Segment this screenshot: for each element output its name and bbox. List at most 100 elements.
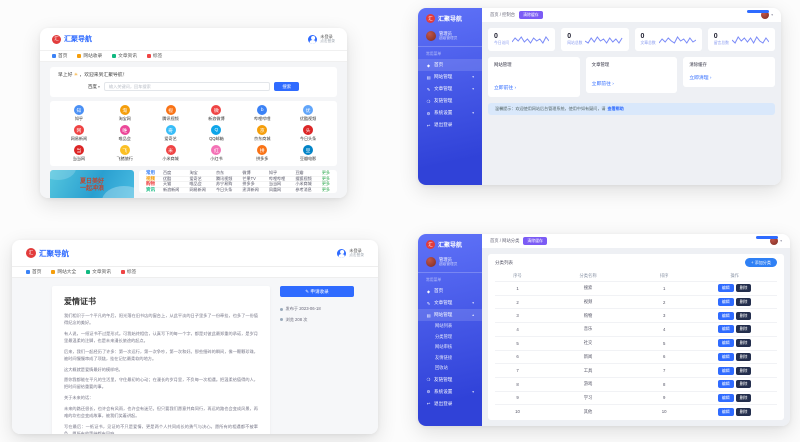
search-engine-select[interactable]: 百度 ▾ bbox=[88, 84, 100, 90]
app-shortcut[interactable]: 米 小米商城 bbox=[148, 145, 194, 162]
edit-button[interactable]: 编辑 bbox=[718, 408, 734, 416]
promo-banner[interactable]: 夏日美好 一起冲浪 bbox=[50, 170, 134, 198]
app-shortcut[interactable]: 豆 豆瓣电影 bbox=[285, 145, 331, 162]
quick-card-link[interactable]: 立即前往 › bbox=[494, 84, 574, 91]
app-shortcut[interactable]: 淘 淘宝网 bbox=[102, 105, 148, 122]
delete-button[interactable]: 删除 bbox=[736, 380, 752, 388]
chevron-icon: ▾ bbox=[472, 390, 474, 394]
site-link[interactable]: 今日头条 bbox=[216, 187, 237, 193]
submit-site-button[interactable]: ✎ 申请收录 bbox=[280, 286, 354, 297]
app-shortcut[interactable]: 飞 飞猪旅行 bbox=[102, 145, 148, 162]
nav-item[interactable]: 首页 bbox=[52, 53, 67, 59]
delete-button[interactable]: 删除 bbox=[736, 394, 752, 402]
sidebar-menu-item[interactable]: ✎ 文章管理 ▾ bbox=[418, 83, 482, 95]
nav-item[interactable]: 标签 bbox=[121, 269, 136, 275]
site-link[interactable]: 凤凰网 bbox=[269, 187, 290, 193]
quick-card-link[interactable]: 立即前往 › bbox=[592, 80, 672, 87]
app-shortcut[interactable]: 奇 爱奇艺 bbox=[148, 125, 194, 142]
site-link[interactable]: 澎湃新闻 bbox=[242, 187, 263, 193]
edit-button[interactable]: 编辑 bbox=[718, 298, 734, 306]
search-button[interactable]: 搜索 bbox=[274, 82, 299, 91]
app-shortcut[interactable]: 唯 唯品会 bbox=[102, 125, 148, 142]
sidebar-menu-item[interactable]: 网站审核 bbox=[418, 342, 482, 353]
app-label: 今日头条 bbox=[300, 136, 316, 142]
nav-item-label: 网站大全 bbox=[57, 269, 76, 275]
sidebar-menu-item[interactable]: 友情链接 bbox=[418, 353, 482, 364]
app-shortcut[interactable]: 京 京东商城 bbox=[239, 125, 285, 142]
sidebar-menu-item[interactable]: ▤ 网站管理 ▾ bbox=[418, 71, 482, 83]
edit-button[interactable]: 编辑 bbox=[718, 353, 734, 361]
sidebar-menu-item[interactable]: ⚙ 系统设置 ▾ bbox=[418, 386, 482, 398]
delete-button[interactable]: 删除 bbox=[736, 353, 752, 361]
app-shortcut[interactable]: 头 今日头条 bbox=[285, 125, 331, 142]
sidebar-menu-item[interactable]: 分类管理 bbox=[418, 332, 482, 343]
app-shortcut[interactable]: 优 优酷视频 bbox=[285, 105, 331, 122]
login-link[interactable]: 点击登录 bbox=[320, 39, 335, 43]
app-shortcut[interactable]: b 哔哩哔哩 bbox=[239, 105, 285, 122]
user-account[interactable]: 未登录 点击登录 bbox=[337, 248, 364, 257]
sidebar-menu-item[interactable]: ↩ 退出登录 bbox=[418, 119, 482, 131]
user-account[interactable]: 未登录 点击登录 bbox=[308, 34, 335, 43]
delete-button[interactable]: 删除 bbox=[736, 367, 752, 375]
login-link[interactable]: 点击登录 bbox=[349, 253, 364, 257]
app-shortcut[interactable]: 知 知乎 bbox=[56, 105, 102, 122]
delete-button[interactable]: 删除 bbox=[736, 408, 752, 416]
nav-item[interactable]: 标签 bbox=[147, 53, 162, 59]
search-input[interactable] bbox=[104, 82, 270, 91]
app-shortcut[interactable]: 微 新浪微博 bbox=[193, 105, 239, 122]
sidebar-logo[interactable]: 汇 汇聚导航 bbox=[418, 8, 482, 27]
sidebar-menu-item[interactable]: 网站列表 bbox=[418, 321, 482, 332]
sidebar-menu-item[interactable]: ▤ 网站管理 ▴ bbox=[418, 309, 482, 321]
edit-button[interactable]: 编辑 bbox=[718, 367, 734, 375]
nav-item[interactable]: 文章资讯 bbox=[86, 269, 111, 275]
clear-cache-badge[interactable]: 清除缓存 bbox=[519, 11, 543, 19]
site-link[interactable]: 新浪新闻 bbox=[163, 187, 184, 193]
scrollbar-thumb[interactable] bbox=[756, 236, 778, 239]
app-shortcut[interactable]: Q QQ邮箱 bbox=[193, 125, 239, 142]
nav-item[interactable]: 网站收录 bbox=[77, 53, 102, 59]
nav-item[interactable]: 网站大全 bbox=[51, 269, 76, 275]
brand-name: 汇聚导航 bbox=[39, 248, 69, 259]
app-icon: 淘 bbox=[120, 105, 130, 115]
app-shortcut[interactable]: 网 网易新闻 bbox=[56, 125, 102, 142]
sidebar-menu-item[interactable]: ↩ 退出登录 bbox=[418, 398, 482, 410]
sidebar-menu-item[interactable]: ⚙ 系统设置 ▾ bbox=[418, 107, 482, 119]
edit-button[interactable]: 编辑 bbox=[718, 325, 734, 333]
site-logo[interactable]: 汇 汇聚导航 bbox=[52, 34, 92, 44]
sidebar-menu-item[interactable]: ❍ 友链管理 bbox=[418, 95, 482, 107]
site-link[interactable]: 网易新闻 bbox=[189, 187, 210, 193]
delete-button[interactable]: 删除 bbox=[736, 298, 752, 306]
app-shortcut[interactable]: 当 当当网 bbox=[56, 145, 102, 162]
edit-button[interactable]: 编辑 bbox=[718, 312, 734, 320]
sidebar-menu-item[interactable]: ✎ 文章管理 ▾ bbox=[418, 297, 482, 309]
more-link[interactable]: 更多 bbox=[322, 187, 330, 193]
menu-item-label: 退出登录 bbox=[434, 401, 452, 407]
notice-link[interactable]: 查看帮助 bbox=[608, 106, 624, 112]
edit-button[interactable]: 编辑 bbox=[718, 394, 734, 402]
quick-card-link[interactable]: 立即清理 › bbox=[689, 74, 769, 81]
edit-button[interactable]: 编辑 bbox=[718, 339, 734, 347]
nav-item[interactable]: 首页 bbox=[26, 269, 41, 275]
delete-button[interactable]: 删除 bbox=[736, 325, 752, 333]
app-label: 小红书 bbox=[210, 156, 222, 162]
site-link[interactable]: 参考消息 bbox=[295, 187, 316, 193]
nav-item[interactable]: 文章资讯 bbox=[112, 53, 137, 59]
sidebar-logo[interactable]: 汇 汇聚导航 bbox=[418, 234, 482, 253]
scrollbar-thumb[interactable] bbox=[747, 10, 769, 13]
delete-button[interactable]: 删除 bbox=[736, 312, 752, 320]
edit-button[interactable]: 编辑 bbox=[718, 284, 734, 292]
sidebar-menu-item[interactable]: 回收站 bbox=[418, 363, 482, 374]
sidebar-menu-item[interactable]: ◆ 首页 bbox=[418, 59, 482, 71]
sidebar-menu-item[interactable]: ◆ 首页 bbox=[418, 285, 482, 297]
edit-button[interactable]: 编辑 bbox=[718, 380, 734, 388]
delete-button[interactable]: 删除 bbox=[736, 339, 752, 347]
add-category-button[interactable]: + 添加分类 bbox=[745, 258, 777, 267]
clear-cache-badge[interactable]: 清除缓存 bbox=[523, 237, 547, 245]
delete-button[interactable]: 删除 bbox=[736, 284, 752, 292]
site-logo[interactable]: 汇 汇聚导航 bbox=[26, 248, 69, 259]
app-shortcut[interactable]: 拼 拼多多 bbox=[239, 145, 285, 162]
cell-id: 3 bbox=[495, 313, 540, 318]
app-shortcut[interactable]: 视 腾讯视频 bbox=[148, 105, 194, 122]
app-shortcut[interactable]: 红 小红书 bbox=[193, 145, 239, 162]
sidebar-menu-item[interactable]: ❍ 友链管理 bbox=[418, 374, 482, 386]
